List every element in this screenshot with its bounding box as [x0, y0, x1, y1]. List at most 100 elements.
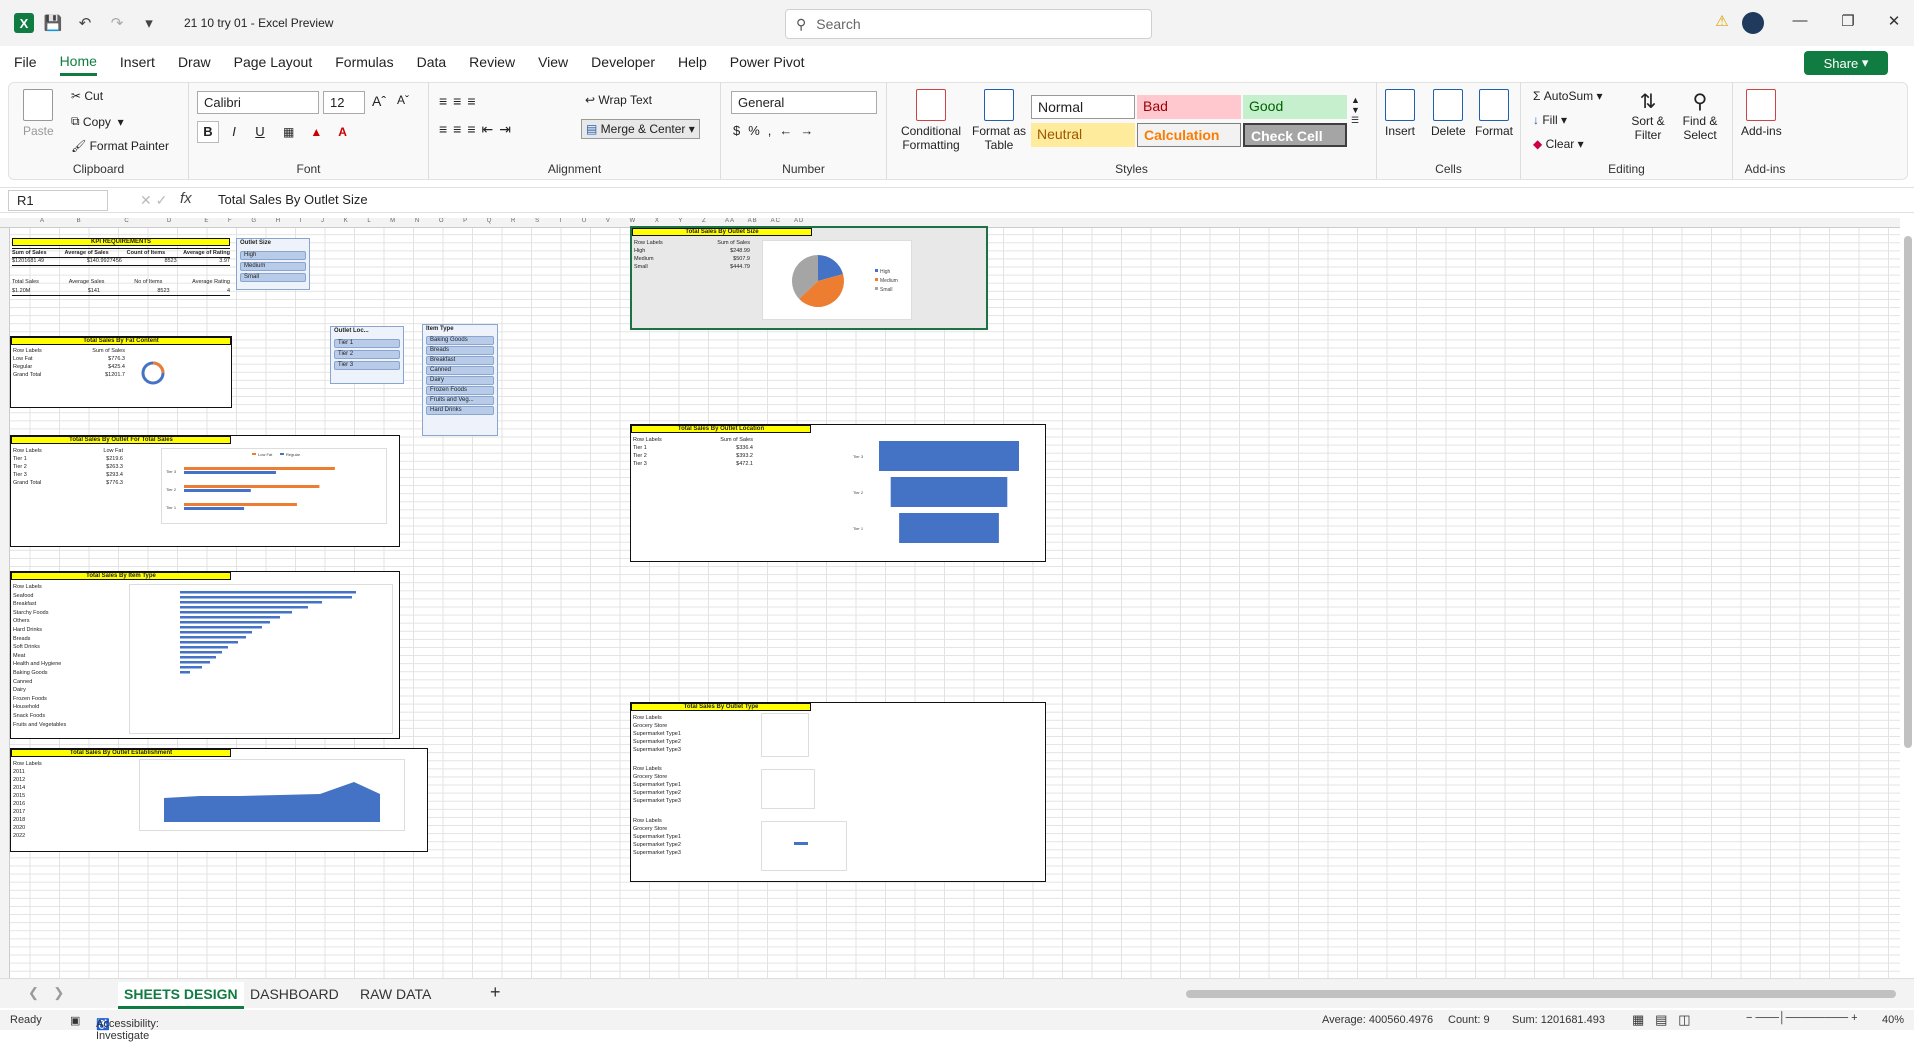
tab-formulas[interactable]: Formulas [335, 54, 393, 74]
font-size-select[interactable]: 12 [323, 91, 365, 114]
styles-scroll-icon[interactable]: ▲ ▼ ☰ [1351, 95, 1360, 126]
outlet-size-pie-chart[interactable]: High Medium Small [762, 240, 912, 320]
fill-button[interactable]: ↓ Fill ▾ [1533, 113, 1567, 127]
status-average[interactable]: Average: 400560.4976 [1322, 1014, 1433, 1026]
slicer-item-high[interactable]: High [240, 251, 306, 260]
bold-button[interactable]: B [197, 121, 219, 143]
item-type-slicer[interactable]: Item Type Baking Goods Breads Breakfast … [422, 324, 498, 436]
horizontal-scrollbar[interactable] [1186, 990, 1896, 998]
add-sheet-button[interactable]: + [484, 982, 507, 1007]
restore-icon[interactable]: ❐ [1838, 12, 1858, 30]
tab-review[interactable]: Review [469, 54, 515, 74]
tab-page-layout[interactable]: Page Layout [234, 54, 313, 74]
style-bad[interactable]: Bad [1137, 95, 1241, 119]
tab-data[interactable]: Data [417, 54, 447, 74]
conditional-formatting-button[interactable]: Conditional Formatting [895, 89, 967, 152]
merge-center-button[interactable]: ▤ Merge & Center ▾ [581, 119, 700, 139]
style-calculation[interactable]: Calculation [1137, 123, 1241, 147]
font-shrink-icon[interactable]: Aˇ [397, 93, 409, 107]
fat-tier-bar-chart[interactable]: Low Fat Regular Tier 1 Tier 2 Tier 3 [161, 448, 387, 524]
slicer-item-tier-3[interactable]: Tier 3 [334, 361, 400, 370]
slicer-item-small[interactable]: Small [240, 273, 306, 282]
macro-record-icon[interactable]: ▣ [70, 1014, 80, 1027]
share-button[interactable]: Share ▾ [1804, 51, 1888, 75]
number-format-select[interactable]: General [731, 91, 877, 114]
formula-content[interactable]: Total Sales By Outlet Size [218, 192, 368, 207]
slicer-item-frozen-foods[interactable]: Frozen Foods [426, 386, 494, 395]
italic-button[interactable]: I [223, 121, 245, 143]
font-family-select[interactable]: Calibri [197, 91, 319, 114]
cancel-check-icons[interactable]: ✕ ✓ [140, 192, 167, 209]
avatar[interactable] [1742, 12, 1764, 34]
number-format-icons[interactable]: $%,←→ [733, 123, 821, 138]
close-icon[interactable]: ✕ [1884, 12, 1904, 30]
cut-button[interactable]: ✂ Cut [71, 89, 103, 103]
horizontal-align-icons[interactable]: ≡≡≡⇤⇥ [439, 121, 517, 138]
autosum-button[interactable]: Σ AutoSum ▾ [1533, 89, 1602, 103]
outlet-size-block[interactable]: Total Sales By Outlet Size Row Labels Hig… [630, 226, 988, 330]
outlet-location-slicer[interactable]: Outlet Loc... Tier 1 Tier 2 Tier 3 [330, 326, 404, 384]
slicer-item-tier-1[interactable]: Tier 1 [334, 339, 400, 348]
style-check-cell[interactable]: Check Cell [1243, 123, 1347, 147]
outlet-size-slicer[interactable]: Outlet Size High Medium Small [236, 238, 310, 290]
slicer-item-hard-drinks[interactable]: Hard Drinks [426, 406, 494, 415]
name-box[interactable]: R1 [8, 190, 108, 211]
outlet-type-mini-chart-1[interactable] [761, 713, 809, 757]
tab-view[interactable]: View [538, 54, 568, 74]
worksheet-grid[interactable]: A B C D E F G H I J K L M N O P Q R S T … [0, 218, 1900, 978]
status-sum[interactable]: Sum: 1201681.493 [1512, 1014, 1605, 1026]
tab-developer[interactable]: Developer [591, 54, 655, 74]
outlet-type-mini-chart-3[interactable] [761, 821, 847, 871]
warning-icon[interactable]: ⚠ [1712, 12, 1732, 30]
style-good[interactable]: Good [1243, 95, 1347, 119]
sheet-tab-raw-data[interactable]: RAW DATA [354, 982, 437, 1006]
fx-icon[interactable]: fx [180, 190, 192, 207]
vertical-scrollbar[interactable] [1904, 236, 1912, 748]
underline-button[interactable]: U [249, 121, 271, 143]
tab-file[interactable]: File [14, 54, 37, 74]
paste-button[interactable]: Paste [23, 89, 54, 138]
fat-donut-chart[interactable] [133, 353, 187, 393]
style-neutral[interactable]: Neutral [1031, 123, 1135, 147]
tab-help[interactable]: Help [678, 54, 707, 74]
slicer-item-baking-goods[interactable]: Baking Goods [426, 336, 494, 345]
font-grow-icon[interactable]: Aˆ [372, 93, 386, 109]
status-count[interactable]: Count: 9 [1448, 1014, 1490, 1026]
insert-cells-button[interactable]: Insert [1385, 89, 1415, 138]
zoom-slider[interactable]: − ───│──────── + [1746, 1012, 1858, 1024]
outlet-type-mini-chart-2[interactable] [761, 769, 815, 809]
item-type-bar-chart[interactable] [129, 584, 393, 734]
redo-icon[interactable]: ↷ [104, 10, 130, 36]
slicer-item-dairy[interactable]: Dairy [426, 376, 494, 385]
tab-home[interactable]: Home [59, 53, 97, 76]
sheet-tab-dashboard[interactable]: DASHBOARD [244, 982, 345, 1006]
slicer-item-tier-2[interactable]: Tier 2 [334, 350, 400, 359]
style-normal[interactable]: Normal [1031, 95, 1135, 119]
slicer-item-breakfast[interactable]: Breakfast [426, 356, 494, 365]
clear-button[interactable]: ◆ Clear ▾ [1533, 137, 1584, 151]
tab-draw[interactable]: Draw [178, 54, 211, 74]
search-input[interactable]: ⚲ Search [785, 9, 1152, 39]
slicer-item-canned[interactable]: Canned [426, 366, 494, 375]
tab-nav-icons[interactable]: ❮ ❯ [28, 985, 64, 1001]
copy-button[interactable]: ⧉ Copy ▾ [71, 114, 124, 129]
undo-icon[interactable]: ↶ [72, 10, 98, 36]
minimize-icon[interactable]: — [1790, 12, 1810, 29]
slicer-item-fruits-veg[interactable]: Fruits and Veg... [426, 396, 494, 405]
delete-cells-button[interactable]: Delete [1431, 89, 1466, 138]
find-select-button[interactable]: ⚲ Find & Select [1677, 89, 1723, 142]
tab-insert[interactable]: Insert [120, 54, 155, 74]
establishment-area-chart[interactable] [139, 759, 405, 831]
fill-color-icon[interactable]: ▲ [310, 125, 322, 139]
slicer-item-breads[interactable]: Breads [426, 346, 494, 355]
border-icon[interactable]: ▦ [283, 125, 294, 139]
sort-filter-button[interactable]: ⇅ Sort & Filter [1625, 89, 1671, 142]
format-cells-button[interactable]: Format [1475, 89, 1513, 138]
vertical-align-icons[interactable]: ≡≡≡ [439, 93, 482, 109]
sheet-tab-sheets-design[interactable]: SHEETS DESIGN [118, 982, 244, 1009]
format-painter-button[interactable]: 🖌 Format Painter [71, 139, 169, 153]
font-color-icon[interactable]: A [338, 125, 347, 139]
wrap-text-button[interactable]: ↩ Wrap Text [585, 93, 652, 107]
customize-qat-icon[interactable]: ▾ [136, 10, 162, 36]
tab-power-pivot[interactable]: Power Pivot [730, 54, 805, 74]
